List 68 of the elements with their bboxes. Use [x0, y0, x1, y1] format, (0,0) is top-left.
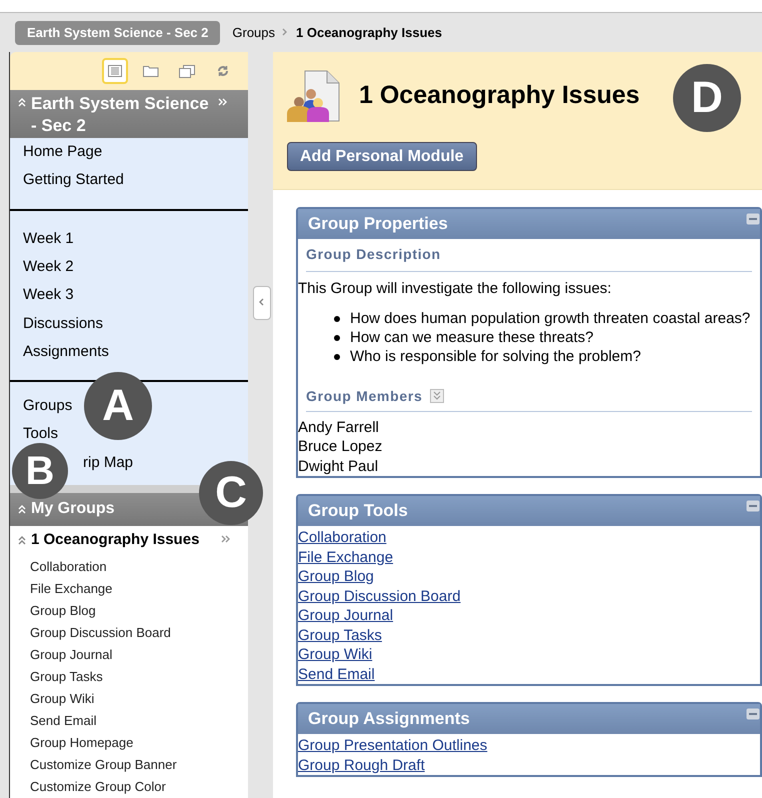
tool-link[interactable]: File Exchange	[298, 548, 394, 567]
breadcrumb-item[interactable]: Groups	[232, 22, 276, 42]
list-icon	[108, 65, 122, 77]
collapse-icon[interactable]	[746, 213, 760, 225]
tool-link[interactable]: Group Journal	[298, 606, 394, 626]
folder-icon	[143, 65, 159, 77]
group-page-icon	[287, 70, 341, 122]
group-menu-item[interactable]: Collaboration	[30, 556, 107, 578]
toolbar-button[interactable]	[102, 58, 128, 84]
issue-item: How does human population growth threaten coastal areas?	[334, 308, 752, 328]
menu-item[interactable]: Assignments	[23, 342, 109, 361]
group-menu-item[interactable]: Group Homepage	[30, 732, 134, 754]
refresh-icon	[217, 65, 229, 77]
bullet-icon	[334, 316, 340, 322]
my-groups-title: My Groups	[31, 499, 115, 520]
tool-link[interactable]: Group Wiki	[298, 645, 372, 664]
page-title: 1 Oceanography Issues	[359, 80, 640, 112]
bullet-icon	[334, 354, 340, 360]
module-title: Group Properties	[308, 213, 448, 236]
group-menu-item[interactable]: Group Blog	[30, 600, 96, 622]
member-name: Dwight Paul	[298, 456, 380, 476]
tool-link[interactable]: Collaboration	[298, 528, 386, 548]
menu-item[interactable]: Home Page	[23, 143, 102, 162]
collapse-icon[interactable]	[746, 500, 760, 512]
tool-link[interactable]: Group Blog	[298, 567, 374, 586]
section-heading: Group Members	[306, 386, 422, 406]
group-menu-item[interactable]: Group Discussion Board	[30, 622, 171, 644]
group-title[interactable]: 1 Oceanography Issues	[31, 528, 221, 552]
module-title: Group Assignments	[308, 708, 470, 730]
menu-item[interactable]: Tools	[23, 425, 58, 444]
collapse-icon[interactable]	[746, 708, 760, 720]
section-heading: Group Description	[306, 246, 441, 262]
expand-icon[interactable]	[218, 98, 227, 108]
tool-link[interactable]: Group Discussion Board	[298, 586, 461, 606]
tool-link[interactable]: Group Rough Draft	[298, 756, 425, 775]
issue-item: How can we measure these threats?	[334, 328, 752, 346]
windows-icon	[179, 64, 195, 78]
tool-link[interactable]: Group Tasks	[298, 626, 382, 645]
menu-item[interactable]: Groups	[23, 397, 72, 416]
description-text: This Group will investigate the following issues:	[298, 279, 612, 299]
group-menu-item[interactable]: Group Wiki	[30, 688, 94, 710]
module-title: Group Tools	[308, 500, 408, 522]
collapse-icon[interactable]	[18, 534, 27, 545]
breadcrumb-item: 1 Oceanography Issues	[296, 24, 442, 42]
expand-icon[interactable]	[221, 534, 230, 545]
member-name: Bruce Lopez	[298, 437, 384, 456]
tool-link[interactable]: Send Email	[298, 664, 375, 684]
group-menu-item[interactable]: Group Tasks	[30, 666, 103, 688]
bullet-icon	[334, 334, 340, 340]
menu-item[interactable]: Week 3	[23, 286, 74, 304]
course-menu-title: Earth System Science - Sec 2	[31, 93, 210, 137]
expand-icon[interactable]	[430, 389, 444, 403]
group-menu-item[interactable]: Send Email	[30, 710, 96, 732]
menu-item[interactable]: rip Map	[83, 454, 134, 472]
left-chevron-icon[interactable]	[258, 298, 266, 308]
menu-item[interactable]: Week 2	[23, 258, 74, 276]
add-module-button[interactable]: Add Personal Module	[287, 142, 477, 171]
collapse-handle[interactable]	[253, 286, 271, 320]
menu-item[interactable]: Getting Started	[23, 171, 124, 190]
group-menu-item[interactable]: File Exchange	[30, 578, 112, 600]
group-menu-item[interactable]: Customize Group Banner	[30, 754, 177, 776]
menu-item[interactable]: Discussions	[23, 314, 104, 333]
menu-item[interactable]: Week 1	[23, 230, 74, 248]
tool-link[interactable]: Group Presentation Outlines	[298, 736, 488, 756]
group-menu-item[interactable]: Group Journal	[30, 644, 112, 666]
issue-item: Who is responsible for solving the problem?	[334, 346, 752, 366]
member-name: Andy Farrell	[298, 418, 380, 437]
group-menu-item[interactable]: Customize Group Color	[30, 776, 166, 798]
